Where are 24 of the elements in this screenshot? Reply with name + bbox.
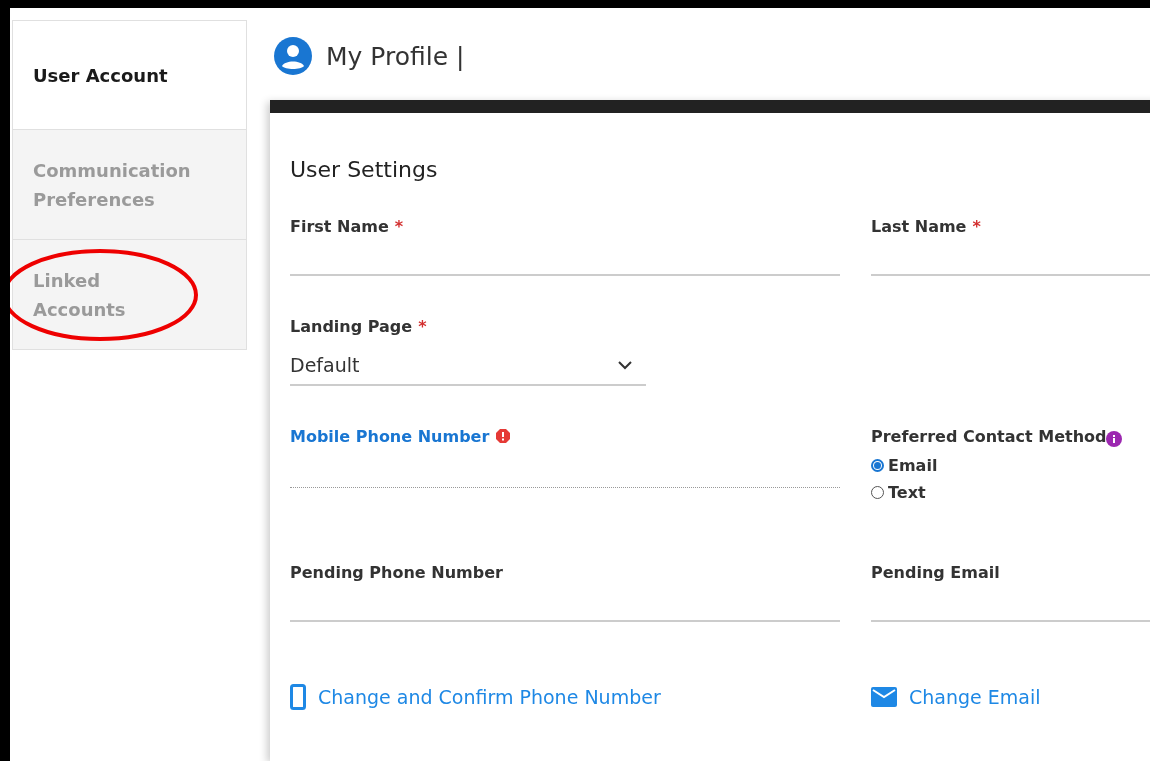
chevron-down-icon: [618, 360, 632, 370]
user-avatar-icon: [274, 37, 312, 75]
phone-icon: [290, 684, 306, 710]
radio-icon[interactable]: [871, 459, 884, 472]
required-mark: *: [418, 316, 427, 336]
field-label: First Name: [290, 216, 389, 236]
change-link[interactable]: Change and Confirm Phone Number: [290, 684, 840, 710]
sidebar-tab[interactable]: User Account: [12, 20, 247, 130]
required-mark: *: [394, 216, 404, 236]
error-icon: [495, 428, 512, 444]
field-label: Last Name: [871, 216, 967, 236]
radio-option[interactable]: Text: [871, 483, 1150, 502]
envelope-icon: [871, 687, 897, 707]
radio-option[interactable]: Email: [871, 456, 1150, 475]
field-label: Pending Phone Number: [290, 562, 503, 582]
field-label: Pending Email: [871, 562, 1000, 582]
info-icon: [1106, 431, 1123, 447]
card-title: User Settings: [290, 157, 439, 182]
field-label: Preferred Contact Method: [871, 426, 1107, 446]
field-label: Landing Page: [290, 316, 413, 336]
field-label: Mobile Phone Number: [290, 426, 490, 446]
change-link[interactable]: Change Email: [871, 684, 1150, 710]
page-title: My Profile |: [326, 41, 465, 71]
required-mark: *: [972, 216, 981, 236]
